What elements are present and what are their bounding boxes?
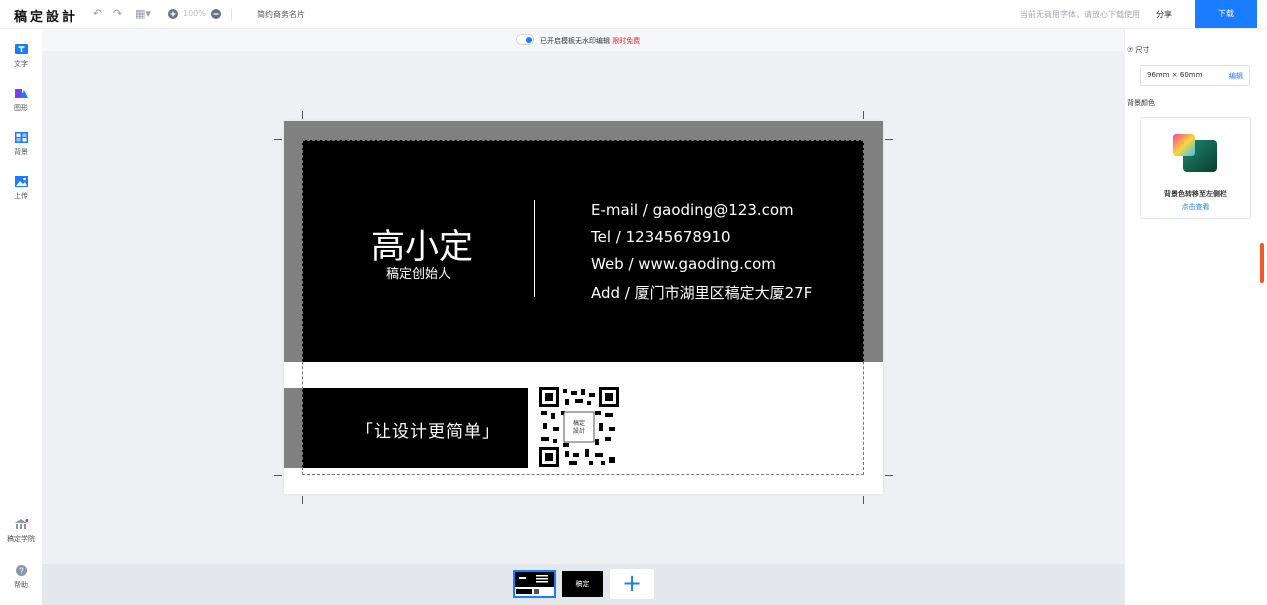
thumb-preview <box>515 572 554 594</box>
add-page-button[interactable]: + <box>610 569 654 599</box>
sidebar-item-label: 上传 <box>14 192 28 200</box>
bg-view-link[interactable]: 点击查看 <box>1140 202 1251 212</box>
safe-area-guide <box>302 140 864 475</box>
scroll-indicator[interactable] <box>1260 243 1264 283</box>
sidebar-item-academy[interactable]: 稿定学院 <box>0 519 42 544</box>
sidebar-help-label: 帮助 <box>14 581 28 589</box>
background-icon <box>14 132 28 143</box>
academy-icon <box>14 519 28 529</box>
download-button[interactable]: 下载 <box>1195 0 1257 28</box>
crop-mark <box>274 475 282 476</box>
crop-mark <box>302 496 303 504</box>
crop-mark <box>885 139 893 140</box>
bg-color-label: 背景颜色 <box>1127 99 1155 107</box>
share-button[interactable]: 分享 <box>1156 9 1172 20</box>
zoom-in-icon[interactable] <box>168 9 178 19</box>
document-title[interactable]: 简约商务名片 <box>257 9 305 20</box>
sidebar-item-label: 背景 <box>14 148 28 156</box>
page-thumbnail-1[interactable] <box>513 570 556 598</box>
page-thumbnail-2[interactable]: 稿定 <box>562 571 603 597</box>
zoom-out-icon[interactable] <box>211 9 221 19</box>
help-icon: ? <box>15 565 27 576</box>
crop-mark <box>863 111 864 119</box>
crop-mark <box>885 475 893 476</box>
undo-icon[interactable]: ↶ <box>93 8 102 20</box>
crop-mark <box>274 139 282 140</box>
size-value: 96mm × 60mm <box>1147 71 1203 79</box>
sidebar-item-upload[interactable]: 上传 <box>0 176 42 201</box>
sidebar-item-label: 图形 <box>14 104 28 112</box>
watermark-notice: 已开启模板无水印编辑 限时免费 <box>540 37 641 45</box>
size-edit-link[interactable]: 编辑 <box>1229 71 1243 81</box>
text-icon <box>14 44 28 54</box>
font-license-tip: 当前无商用字体，请放心下载使用 <box>1020 10 1140 19</box>
app-logo[interactable]: 稿定設計 <box>14 6 78 25</box>
sidebar-item-shape[interactable]: 图形 <box>0 88 42 113</box>
crop-mark <box>863 496 864 504</box>
upload-icon <box>14 176 28 187</box>
sidebar-item-label: 文字 <box>14 60 28 68</box>
palette-icon <box>1173 134 1217 172</box>
crop-mark <box>302 111 303 119</box>
toolbar-divider <box>231 9 232 21</box>
properties-panel <box>1124 29 1267 605</box>
size-label: ⑦ 尺寸 <box>1127 46 1150 54</box>
sidebar-item-background[interactable]: 背景 <box>0 132 42 157</box>
sidebar-item-help[interactable]: ? 帮助 <box>0 565 42 590</box>
svg-text:?: ? <box>19 567 24 576</box>
shape-icon <box>14 89 28 98</box>
free-badge: 限时免费 <box>612 37 641 45</box>
sidebar-item-text[interactable]: 文字 <box>0 44 42 69</box>
save-menu-icon[interactable]: ▦▾ <box>135 8 151 20</box>
zoom-level: 100% <box>183 9 206 18</box>
bg-tip: 背景色转移至左侧栏 <box>1164 190 1227 198</box>
watermark-toggle[interactable] <box>516 34 534 45</box>
sidebar-academy-label: 稿定学院 <box>7 535 35 543</box>
card-gray-strip[interactable] <box>284 388 302 468</box>
redo-icon[interactable]: ↷ <box>113 8 122 20</box>
